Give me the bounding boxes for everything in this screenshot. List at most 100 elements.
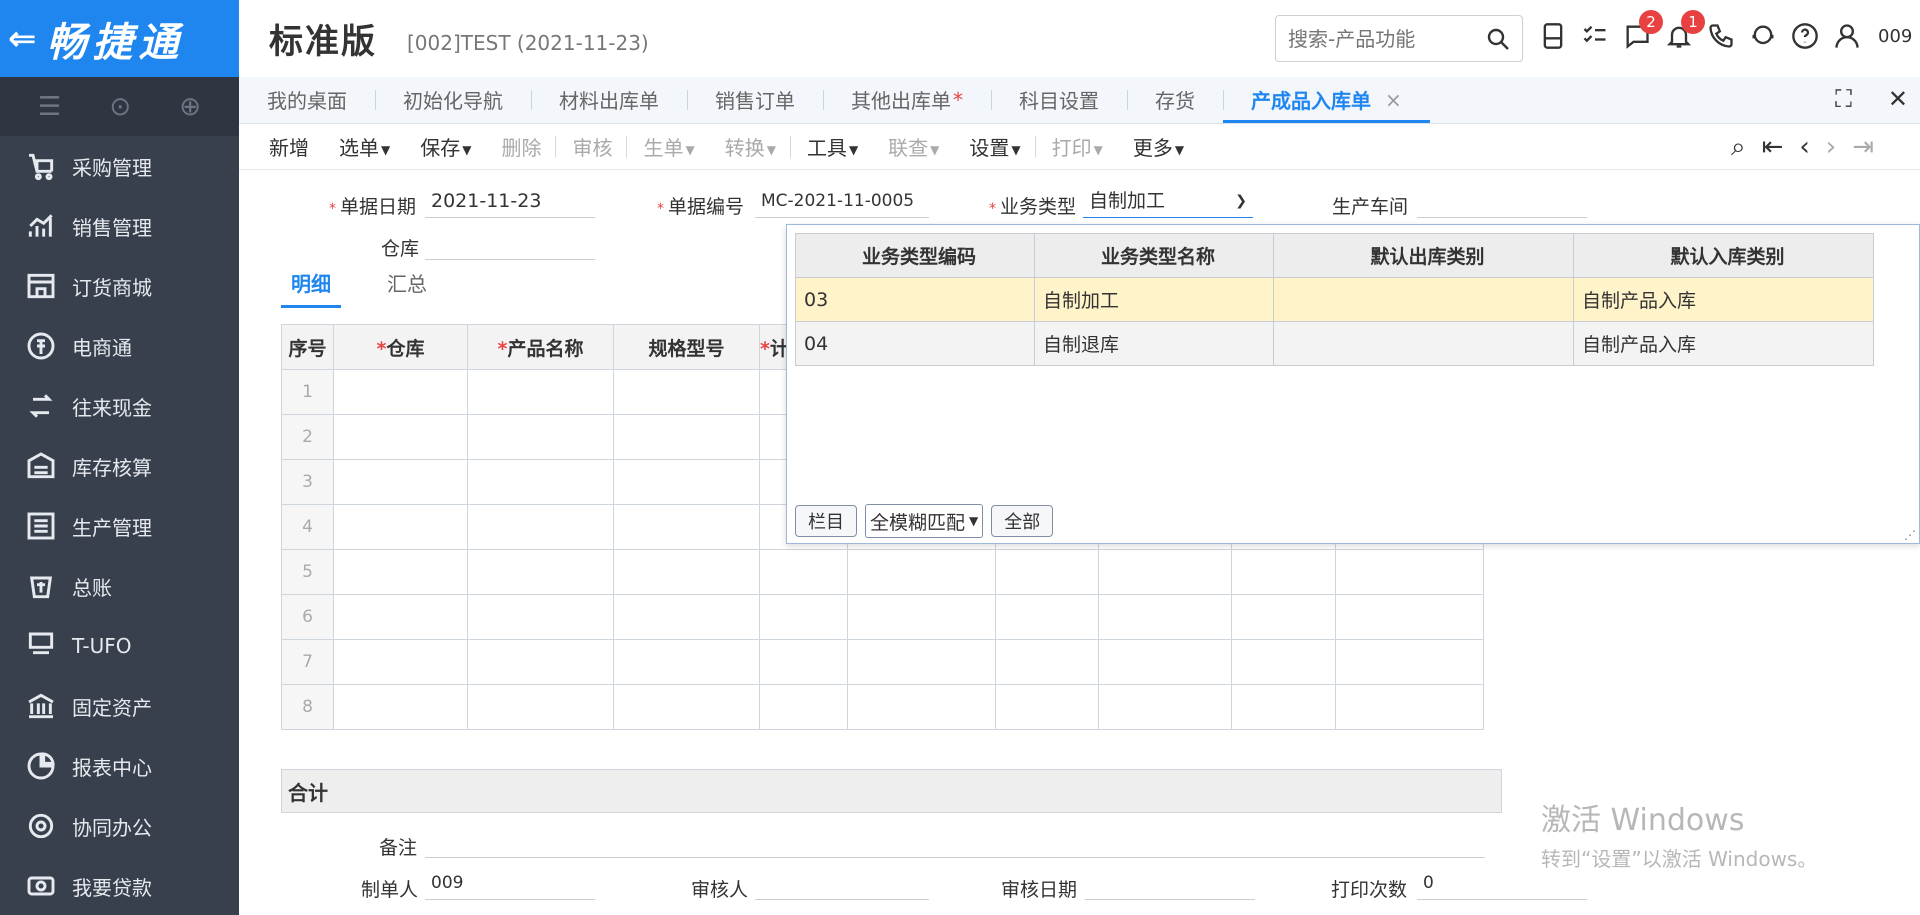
sidebar-item-10[interactable]: 报表中心 xyxy=(0,736,239,796)
sidebar-item-9[interactable]: 固定资产 xyxy=(0,676,239,736)
logo[interactable]: ⇐ 畅捷通 xyxy=(0,0,239,77)
tasks-icon[interactable] xyxy=(1581,22,1609,50)
grid-cell[interactable] xyxy=(995,639,1099,685)
biz-type-select[interactable]: 自制加工 ❯ xyxy=(1083,186,1253,218)
grid-cell[interactable] xyxy=(467,684,614,730)
prev-record-icon[interactable]: ‹ xyxy=(1799,132,1809,163)
grid-cell[interactable] xyxy=(759,639,848,685)
help-icon[interactable] xyxy=(1791,22,1819,50)
date-field[interactable]: 2021-11-23 xyxy=(425,186,595,218)
bell-icon[interactable]: 1 xyxy=(1665,10,1705,50)
grid-cell[interactable] xyxy=(847,684,996,730)
grid-cell[interactable] xyxy=(1231,594,1336,640)
tab-1[interactable]: 初始化导航 xyxy=(375,76,531,123)
grid-cell[interactable] xyxy=(467,594,614,640)
support-icon[interactable] xyxy=(1749,22,1777,50)
sidebar-item-8[interactable]: T-UFO xyxy=(0,616,239,676)
grid-cell[interactable] xyxy=(1335,594,1484,640)
match-mode-select[interactable]: 全模糊匹配 ▼ xyxy=(865,504,984,538)
grid-cell[interactable] xyxy=(333,414,468,460)
select-button[interactable]: 选单 ▼ xyxy=(339,132,390,161)
fullscreen-icon[interactable]: ⛶ xyxy=(1835,85,1852,113)
grid-cell[interactable] xyxy=(467,459,614,505)
search-doc-icon[interactable]: ⊙ xyxy=(109,92,131,122)
grid-cell[interactable] xyxy=(995,549,1099,595)
search-icon[interactable] xyxy=(1486,27,1510,51)
audit-button[interactable]: 审核 xyxy=(572,132,612,161)
first-record-icon[interactable]: ⇤ xyxy=(1762,132,1784,163)
grid-cell[interactable] xyxy=(613,684,760,730)
convert-button[interactable]: 转换 ▼ xyxy=(725,132,776,161)
device-icon[interactable] xyxy=(1539,22,1567,50)
grid-cell[interactable] xyxy=(333,369,468,415)
grid-cell[interactable] xyxy=(613,414,760,460)
grid-cell[interactable] xyxy=(1098,549,1232,595)
sidebar-item-6[interactable]: 生产管理 xyxy=(0,496,239,556)
generate-button[interactable]: 生单 ▼ xyxy=(643,132,694,161)
grid-cell[interactable] xyxy=(467,369,614,415)
grid-cell[interactable] xyxy=(1098,639,1232,685)
tab-3[interactable]: 销售订单 xyxy=(687,76,823,123)
grid-cell[interactable] xyxy=(847,594,996,640)
dropdown-option-row[interactable]: 03 自制加工 自制产品入库 xyxy=(795,277,1874,322)
grid-cell[interactable] xyxy=(1231,549,1336,595)
back-arrow-icon[interactable]: ⇐ xyxy=(8,19,37,59)
grid-cell[interactable] xyxy=(613,549,760,595)
tab-7[interactable]: 产成品入库单 × xyxy=(1223,76,1430,123)
sidebar-item-11[interactable]: 协同办公 xyxy=(0,796,239,856)
sidebar-item-0[interactable]: 采购管理 xyxy=(0,136,239,196)
grid-cell[interactable] xyxy=(1335,639,1484,685)
user-icon[interactable] xyxy=(1833,22,1861,50)
grid-cell[interactable] xyxy=(759,549,848,595)
grid-cell[interactable] xyxy=(333,504,468,550)
sidebar-item-2[interactable]: 订货商城 xyxy=(0,256,239,316)
settings-button[interactable]: 设置 ▼ xyxy=(969,132,1020,161)
close-all-icon[interactable]: ✕ xyxy=(1888,85,1908,113)
print-button[interactable]: 打印 ▼ xyxy=(1052,132,1103,161)
tools-button[interactable]: 工具 ▼ xyxy=(807,132,858,161)
grid-cell[interactable] xyxy=(467,639,614,685)
tab-6[interactable]: 存货 xyxy=(1127,76,1223,123)
grid-cell[interactable] xyxy=(1098,594,1232,640)
grid-cell[interactable] xyxy=(847,549,996,595)
grid-cell[interactable] xyxy=(1098,684,1232,730)
grid-cell[interactable] xyxy=(759,684,848,730)
next-record-icon[interactable]: › xyxy=(1826,132,1836,163)
locate-icon[interactable]: ⌕ xyxy=(1731,132,1746,163)
tab-summary[interactable]: 汇总 xyxy=(377,268,437,308)
grid-cell[interactable] xyxy=(995,684,1099,730)
resize-grip-icon[interactable]: ⋰ xyxy=(1904,528,1916,542)
save-button[interactable]: 保存 ▼ xyxy=(420,132,471,161)
grid-cell[interactable] xyxy=(613,594,760,640)
tab-0[interactable]: 我的桌面 xyxy=(239,76,375,123)
tab-2[interactable]: 材料出库单 xyxy=(531,76,687,123)
grid-cell[interactable] xyxy=(613,459,760,505)
grid-cell[interactable] xyxy=(333,684,468,730)
dropdown-option-row[interactable]: 04 自制退库 自制产品入库 xyxy=(795,321,1874,366)
sidebar-item-12[interactable]: 我要贷款 xyxy=(0,856,239,915)
grid-cell[interactable] xyxy=(467,549,614,595)
sidebar-item-3[interactable]: 电商通 xyxy=(0,316,239,376)
grid-cell[interactable] xyxy=(847,639,996,685)
workshop-field[interactable] xyxy=(1417,186,1587,218)
link-button[interactable]: 联查 ▼ xyxy=(888,132,939,161)
last-record-icon[interactable]: ⇥ xyxy=(1852,132,1874,163)
grid-cell[interactable] xyxy=(1231,639,1336,685)
grid-cell[interactable] xyxy=(995,594,1099,640)
new-button[interactable]: 新增 xyxy=(269,132,309,161)
all-button[interactable]: 全部 xyxy=(991,505,1054,537)
grid-cell[interactable] xyxy=(1335,549,1484,595)
more-button[interactable]: 更多 ▼ xyxy=(1133,132,1184,161)
delete-button[interactable]: 删除 xyxy=(501,132,541,161)
chevron-down-icon[interactable]: ❯ xyxy=(1235,186,1247,216)
grid-cell[interactable] xyxy=(333,639,468,685)
add-doc-icon[interactable]: ⊕ xyxy=(179,92,201,122)
grid-cell[interactable] xyxy=(467,414,614,460)
sidebar-item-7[interactable]: 总账 xyxy=(0,556,239,616)
sidebar-item-4[interactable]: 往来现金 xyxy=(0,376,239,436)
search-box[interactable] xyxy=(1275,15,1523,62)
search-input[interactable] xyxy=(1288,26,1478,51)
tab-4[interactable]: 其他出库单 * xyxy=(823,76,991,123)
grid-cell[interactable] xyxy=(613,504,760,550)
remark-field[interactable] xyxy=(425,826,1485,858)
